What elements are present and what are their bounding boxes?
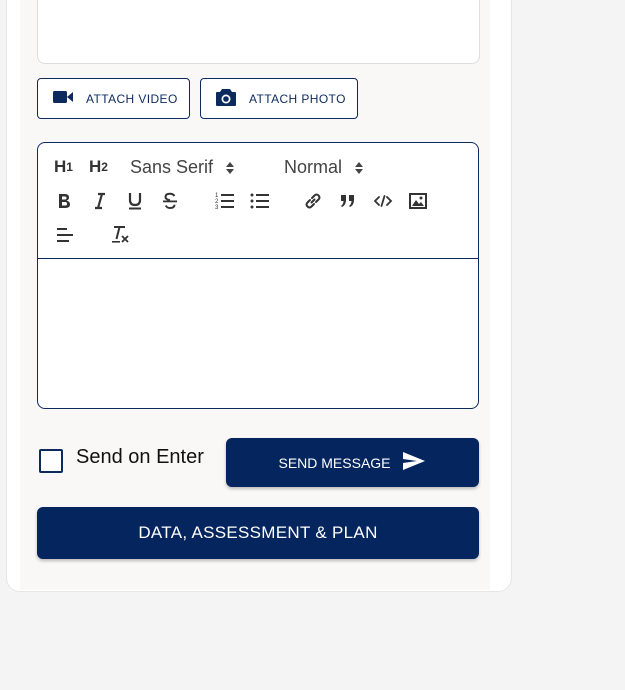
attach-photo-button[interactable]: ATTACH PHOTO	[200, 78, 358, 119]
h2-sub: 2	[101, 160, 108, 174]
align-icon[interactable]	[55, 225, 75, 245]
picker-arrows-icon	[354, 161, 364, 175]
attach-photo-label: ATTACH PHOTO	[249, 91, 346, 106]
header-1-button[interactable]: H1	[54, 157, 73, 177]
attach-video-button[interactable]: ATTACH VIDEO	[37, 78, 190, 119]
video-camera-icon	[52, 89, 86, 108]
send-icon	[391, 450, 427, 475]
attach-video-label: ATTACH VIDEO	[86, 91, 178, 106]
h2-label: H	[89, 157, 102, 176]
font-picker[interactable]: Sans Serif	[130, 157, 235, 178]
underline-icon[interactable]	[125, 191, 145, 211]
bold-icon[interactable]	[54, 191, 74, 211]
code-block-icon[interactable]	[373, 191, 393, 211]
bullet-list-icon[interactable]	[249, 191, 271, 211]
image-icon[interactable]	[408, 191, 428, 211]
ordered-list-icon[interactable]: 123	[214, 191, 236, 211]
rich-text-editor: H1 H2 Sans Serif Normal 1 2 3	[37, 142, 479, 409]
camera-icon	[215, 87, 249, 110]
editor-content[interactable]	[38, 259, 478, 408]
strike-icon[interactable]	[160, 191, 180, 211]
send-on-enter-label: Send on Enter	[76, 446, 204, 468]
clear-format-icon[interactable]	[109, 223, 131, 245]
italic-icon[interactable]	[90, 191, 110, 211]
picker-arrows-icon	[225, 161, 235, 175]
data-assessment-plan-label: DATA, ASSESSMENT & PLAN	[138, 523, 378, 542]
size-picker[interactable]: Normal	[284, 157, 364, 178]
header-2-button[interactable]: H2	[89, 157, 108, 177]
editor-toolbar: H1 H2 Sans Serif Normal 1 2 3	[38, 143, 478, 259]
h1-label: H	[54, 157, 67, 176]
font-picker-value: Sans Serif	[130, 157, 214, 177]
size-picker-value: Normal	[284, 157, 343, 177]
data-assessment-plan-button[interactable]: DATA, ASSESSMENT & PLAN	[37, 507, 479, 559]
send-message-label: SEND MESSAGE	[278, 454, 391, 471]
h1-sub: 1	[66, 160, 73, 174]
link-icon[interactable]	[303, 191, 323, 211]
svg-text:3: 3	[215, 205, 219, 211]
send-on-enter-checkbox[interactable]	[39, 449, 63, 473]
blockquote-icon[interactable]	[338, 191, 358, 211]
previous-text-area[interactable]	[37, 0, 480, 64]
send-message-button[interactable]: SEND MESSAGE	[226, 438, 479, 487]
